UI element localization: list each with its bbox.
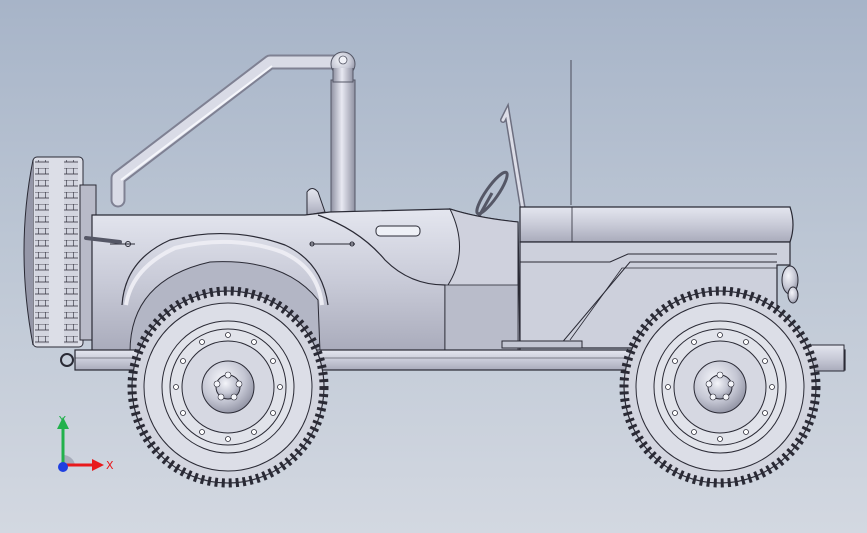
spare-tire[interactable] — [23, 156, 97, 367]
roll-bar[interactable] — [110, 51, 356, 216]
rear-wheel[interactable] — [127, 286, 329, 488]
x-arrow-head — [92, 459, 104, 471]
x-axis-label: X — [106, 459, 114, 472]
graphics-viewport[interactable]: Y X — [0, 0, 867, 533]
seat — [306, 188, 326, 216]
front-wheel[interactable] — [619, 286, 821, 488]
axis-triad: Y X — [57, 414, 114, 472]
y-axis-label: Y — [58, 414, 66, 427]
jeep-model[interactable] — [0, 0, 867, 533]
z-axis-dot — [58, 462, 68, 472]
steering-wheel — [475, 170, 509, 219]
